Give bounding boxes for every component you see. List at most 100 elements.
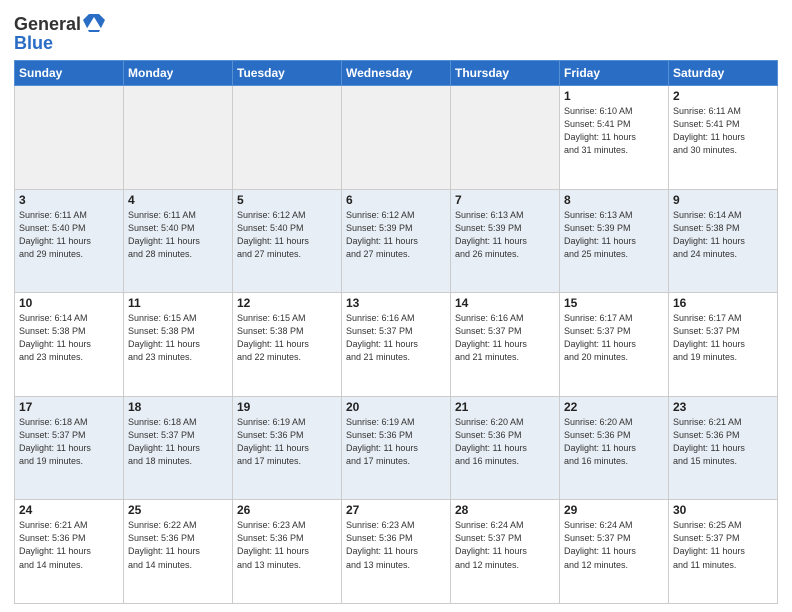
- day-number: 29: [564, 503, 664, 517]
- calendar-cell: 14 Sunrise: 6:16 AM Sunset: 5:37 PM Dayli…: [451, 293, 560, 397]
- day-number: 7: [455, 193, 555, 207]
- calendar-row: 3 Sunrise: 6:11 AM Sunset: 5:40 PM Daylig…: [15, 189, 778, 293]
- col-header-wednesday: Wednesday: [342, 61, 451, 86]
- day-info: Sunrise: 6:14 AM Sunset: 5:38 PM Dayligh…: [673, 209, 773, 261]
- calendar-container: General Blue SundayMondayTuesdayWednesda…: [0, 0, 792, 612]
- calendar-cell: 27 Sunrise: 6:23 AM Sunset: 5:36 PM Dayli…: [342, 500, 451, 604]
- day-info: Sunrise: 6:11 AM Sunset: 5:40 PM Dayligh…: [19, 209, 119, 261]
- day-info: Sunrise: 6:11 AM Sunset: 5:40 PM Dayligh…: [128, 209, 228, 261]
- day-info: Sunrise: 6:24 AM Sunset: 5:37 PM Dayligh…: [455, 519, 555, 571]
- day-number: 13: [346, 296, 446, 310]
- calendar-row: 24 Sunrise: 6:21 AM Sunset: 5:36 PM Dayli…: [15, 500, 778, 604]
- day-number: 23: [673, 400, 773, 414]
- day-number: 17: [19, 400, 119, 414]
- calendar-cell: 1Sunrise: 6:10 AM Sunset: 5:41 PM Daylig…: [560, 86, 669, 190]
- calendar-cell: 3 Sunrise: 6:11 AM Sunset: 5:40 PM Daylig…: [15, 189, 124, 293]
- calendar-cell: 24 Sunrise: 6:21 AM Sunset: 5:36 PM Dayli…: [15, 500, 124, 604]
- logo-general-text: General: [14, 14, 81, 35]
- day-info: Sunrise: 6:21 AM Sunset: 5:36 PM Dayligh…: [19, 519, 119, 571]
- day-number: 12: [237, 296, 337, 310]
- day-number: 19: [237, 400, 337, 414]
- day-number: 6: [346, 193, 446, 207]
- calendar-table: SundayMondayTuesdayWednesdayThursdayFrid…: [14, 60, 778, 604]
- day-number: 18: [128, 400, 228, 414]
- day-number: 3: [19, 193, 119, 207]
- day-info: Sunrise: 6:15 AM Sunset: 5:38 PM Dayligh…: [237, 312, 337, 364]
- day-info: Sunrise: 6:18 AM Sunset: 5:37 PM Dayligh…: [128, 416, 228, 468]
- calendar-cell: 13 Sunrise: 6:16 AM Sunset: 5:37 PM Dayli…: [342, 293, 451, 397]
- day-info: Sunrise: 6:23 AM Sunset: 5:36 PM Dayligh…: [237, 519, 337, 571]
- calendar-cell: 15 Sunrise: 6:17 AM Sunset: 5:37 PM Dayli…: [560, 293, 669, 397]
- calendar-cell: 2Sunrise: 6:11 AM Sunset: 5:41 PM Daylig…: [669, 86, 778, 190]
- day-info: Sunrise: 6:20 AM Sunset: 5:36 PM Dayligh…: [564, 416, 664, 468]
- day-number: 20: [346, 400, 446, 414]
- day-number: 21: [455, 400, 555, 414]
- col-header-monday: Monday: [124, 61, 233, 86]
- day-info: Sunrise: 6:14 AM Sunset: 5:38 PM Dayligh…: [19, 312, 119, 364]
- col-header-friday: Friday: [560, 61, 669, 86]
- day-info: Sunrise: 6:16 AM Sunset: 5:37 PM Dayligh…: [455, 312, 555, 364]
- day-number: 9: [673, 193, 773, 207]
- day-number: 16: [673, 296, 773, 310]
- calendar-header-row: SundayMondayTuesdayWednesdayThursdayFrid…: [15, 61, 778, 86]
- calendar-cell: [233, 86, 342, 190]
- calendar-cell: 30 Sunrise: 6:25 AM Sunset: 5:37 PM Dayli…: [669, 500, 778, 604]
- day-number: 26: [237, 503, 337, 517]
- day-number: 4: [128, 193, 228, 207]
- day-number: 14: [455, 296, 555, 310]
- day-number: 30: [673, 503, 773, 517]
- calendar-cell: 20 Sunrise: 6:19 AM Sunset: 5:36 PM Dayli…: [342, 396, 451, 500]
- col-header-thursday: Thursday: [451, 61, 560, 86]
- calendar-cell: 19 Sunrise: 6:19 AM Sunset: 5:36 PM Dayli…: [233, 396, 342, 500]
- day-info: Sunrise: 6:12 AM Sunset: 5:39 PM Dayligh…: [346, 209, 446, 261]
- calendar-cell: 25 Sunrise: 6:22 AM Sunset: 5:36 PM Dayli…: [124, 500, 233, 604]
- calendar-cell: 16Sunrise: 6:17 AM Sunset: 5:37 PM Dayli…: [669, 293, 778, 397]
- col-header-sunday: Sunday: [15, 61, 124, 86]
- day-info: Sunrise: 6:25 AM Sunset: 5:37 PM Dayligh…: [673, 519, 773, 571]
- col-header-tuesday: Tuesday: [233, 61, 342, 86]
- calendar-cell: 9 Sunrise: 6:14 AM Sunset: 5:38 PM Daylig…: [669, 189, 778, 293]
- day-info: Sunrise: 6:17 AM Sunset: 5:37 PM Dayligh…: [564, 312, 664, 364]
- day-info: Sunrise: 6:18 AM Sunset: 5:37 PM Dayligh…: [19, 416, 119, 468]
- logo-triangle-icon: [83, 14, 105, 34]
- calendar-row: 10Sunrise: 6:14 AM Sunset: 5:38 PM Dayli…: [15, 293, 778, 397]
- calendar-cell: [342, 86, 451, 190]
- day-number: 15: [564, 296, 664, 310]
- day-info: Sunrise: 6:20 AM Sunset: 5:36 PM Dayligh…: [455, 416, 555, 468]
- day-info: Sunrise: 6:13 AM Sunset: 5:39 PM Dayligh…: [564, 209, 664, 261]
- calendar-cell: 23 Sunrise: 6:21 AM Sunset: 5:36 PM Dayli…: [669, 396, 778, 500]
- calendar-cell: 12 Sunrise: 6:15 AM Sunset: 5:38 PM Dayli…: [233, 293, 342, 397]
- day-number: 28: [455, 503, 555, 517]
- calendar-cell: 17 Sunrise: 6:18 AM Sunset: 5:37 PM Dayli…: [15, 396, 124, 500]
- day-info: Sunrise: 6:13 AM Sunset: 5:39 PM Dayligh…: [455, 209, 555, 261]
- calendar-cell: 18 Sunrise: 6:18 AM Sunset: 5:37 PM Dayli…: [124, 396, 233, 500]
- day-number: 25: [128, 503, 228, 517]
- day-number: 11: [128, 296, 228, 310]
- calendar-cell: [15, 86, 124, 190]
- day-number: 24: [19, 503, 119, 517]
- day-info: Sunrise: 6:24 AM Sunset: 5:37 PM Dayligh…: [564, 519, 664, 571]
- day-info: Sunrise: 6:11 AM Sunset: 5:41 PM Dayligh…: [673, 105, 773, 157]
- day-info: Sunrise: 6:23 AM Sunset: 5:36 PM Dayligh…: [346, 519, 446, 571]
- col-header-saturday: Saturday: [669, 61, 778, 86]
- calendar-cell: [124, 86, 233, 190]
- calendar-cell: 28 Sunrise: 6:24 AM Sunset: 5:37 PM Dayli…: [451, 500, 560, 604]
- day-info: Sunrise: 6:12 AM Sunset: 5:40 PM Dayligh…: [237, 209, 337, 261]
- day-info: Sunrise: 6:15 AM Sunset: 5:38 PM Dayligh…: [128, 312, 228, 364]
- calendar-cell: 10Sunrise: 6:14 AM Sunset: 5:38 PM Dayli…: [15, 293, 124, 397]
- day-info: Sunrise: 6:19 AM Sunset: 5:36 PM Dayligh…: [346, 416, 446, 468]
- calendar-cell: 8Sunrise: 6:13 AM Sunset: 5:39 PM Daylig…: [560, 189, 669, 293]
- day-info: Sunrise: 6:10 AM Sunset: 5:41 PM Dayligh…: [564, 105, 664, 157]
- day-number: 27: [346, 503, 446, 517]
- calendar-cell: 4 Sunrise: 6:11 AM Sunset: 5:40 PM Daylig…: [124, 189, 233, 293]
- header: General Blue: [14, 10, 778, 54]
- day-info: Sunrise: 6:16 AM Sunset: 5:37 PM Dayligh…: [346, 312, 446, 364]
- day-info: Sunrise: 6:22 AM Sunset: 5:36 PM Dayligh…: [128, 519, 228, 571]
- calendar-cell: 6 Sunrise: 6:12 AM Sunset: 5:39 PM Daylig…: [342, 189, 451, 293]
- day-info: Sunrise: 6:21 AM Sunset: 5:36 PM Dayligh…: [673, 416, 773, 468]
- calendar-cell: [451, 86, 560, 190]
- calendar-cell: 29 Sunrise: 6:24 AM Sunset: 5:37 PM Dayli…: [560, 500, 669, 604]
- day-info: Sunrise: 6:19 AM Sunset: 5:36 PM Dayligh…: [237, 416, 337, 468]
- logo: General Blue: [14, 14, 105, 54]
- calendar-cell: 7 Sunrise: 6:13 AM Sunset: 5:39 PM Daylig…: [451, 189, 560, 293]
